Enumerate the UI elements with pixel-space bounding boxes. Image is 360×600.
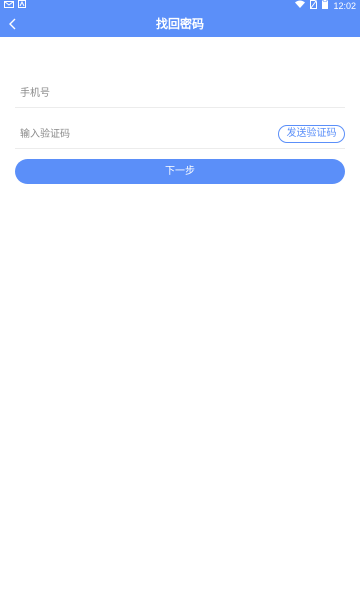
app-header: 12:02 找回密码 [0,0,360,37]
nav-bar: 找回密码 [0,12,360,37]
code-field-row: 发送验证码 [15,118,345,149]
wifi-icon [295,0,306,12]
status-time: 12:02 [333,1,356,11]
android-notification-icon [18,0,26,12]
status-bar: 12:02 [0,0,360,12]
battery-icon [322,0,329,13]
phone-input[interactable] [20,84,260,102]
status-bar-left [4,0,26,12]
next-step-button[interactable]: 下一步 [15,159,345,184]
send-code-button[interactable]: 发送验证码 [278,125,345,143]
status-bar-right: 12:02 [295,0,356,12]
verification-code-input[interactable] [20,125,260,143]
mail-icon [4,0,14,12]
reset-password-form: 发送验证码 [15,77,345,149]
no-sim-icon [310,0,318,13]
page-title: 找回密码 [155,17,204,31]
phone-field-row [15,77,345,108]
